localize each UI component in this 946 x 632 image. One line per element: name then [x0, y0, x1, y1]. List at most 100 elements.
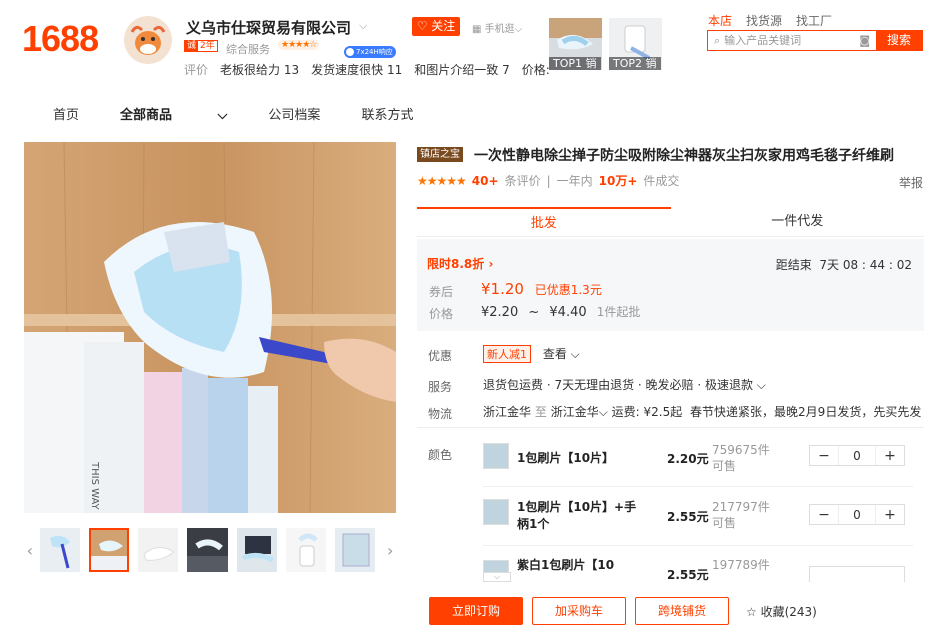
review-label: 条评价	[504, 174, 541, 188]
discount-label: 优惠	[428, 349, 453, 363]
sku-row: 1包刷片【10片】+手柄1个 2.55元 217797件 可售 − 0 +	[483, 499, 913, 543]
sku-name: 1包刷片【10片】+手柄1个	[517, 500, 637, 531]
quantity-input[interactable]: 0	[838, 505, 876, 524]
divider	[417, 427, 924, 428]
search-button[interactable]: 搜索	[876, 31, 922, 50]
years-label: 诚	[185, 41, 199, 51]
camera-icon[interactable]: ◙	[859, 31, 870, 50]
scope-factory[interactable]: 找工厂	[796, 12, 832, 29]
decrease-button[interactable]: −	[810, 505, 838, 524]
top-rank-tag: TOP1 销	[549, 57, 601, 70]
sold-count: 10万+	[598, 174, 638, 188]
review-count[interactable]: 40+	[472, 174, 499, 188]
sku-stock: 759675件 可售	[712, 443, 770, 473]
shop-evaluations: 评价 老板很给力 13 发货速度很快 11 和图片介绍一致 7 价格:	[184, 61, 550, 78]
quantity-stepper[interactable]	[809, 566, 905, 582]
thumbnail[interactable]	[285, 528, 327, 572]
chevron-down-icon[interactable]: ⌵	[359, 19, 367, 33]
top-product-thumb[interactable]: TOP1 销	[549, 18, 602, 70]
eval-item: 和图片介绍一致 7	[414, 63, 510, 77]
search-scope-tabs: 本店 找货源 找工厂	[708, 12, 832, 29]
color-label: 颜色	[428, 448, 453, 462]
product-title: 一次性静电除尘掸子防尘吸附除尘神器灰尘扫灰家用鸡毛毯子纤维刷	[474, 148, 894, 164]
search-input[interactable]: ⌕ 输入产品关键词 ◙	[708, 31, 876, 50]
add-to-cart-button[interactable]: 加采购车	[532, 597, 626, 625]
logistics-row: 浙江金华 至 浙江金华⌵ 运费: ¥2.5起 春节快递紧张，最晚2月9日发货，先…	[483, 405, 922, 419]
thumbnail-selected[interactable]	[88, 528, 130, 572]
site-logo[interactable]: 1688	[22, 18, 99, 60]
tab-wholesale[interactable]: 批发	[417, 207, 671, 236]
divider	[483, 545, 913, 546]
divider: |	[546, 173, 551, 188]
sku-thumbnail[interactable]	[483, 443, 509, 469]
sku-row: 1包刷片【10片】 2.20元 759675件 可售 − 0 +	[483, 443, 913, 487]
thumbnail[interactable]	[335, 528, 376, 572]
store-treasure-badge: 镇店之宝	[417, 147, 463, 162]
nav-contact[interactable]: 联系方式	[361, 104, 413, 123]
eval-item: 发货速度很快 11	[311, 63, 403, 77]
divider	[483, 486, 913, 487]
scope-shop[interactable]: 本店	[708, 12, 732, 29]
countdown: 距结束 7天 08 : 44 : 02	[775, 258, 912, 272]
flash-sale-label[interactable]: 限时8.8折 ›	[427, 255, 493, 272]
bull-mascot-icon	[124, 16, 172, 64]
coupon-price: ¥1.20 已优惠1.3元	[481, 280, 602, 298]
scope-source[interactable]: 找货源	[746, 12, 782, 29]
chevron-right-icon[interactable]: ›	[384, 541, 396, 560]
nav-home[interactable]: 首页	[53, 104, 79, 123]
action-bar: 立即订购 加采购车 跨境铺货 ☆ 收藏(243)	[429, 597, 817, 625]
support-badge[interactable]: 7x24H响应	[344, 46, 396, 58]
eval-label: 评价	[184, 63, 209, 77]
shop-name[interactable]: 义乌市仕琛贸易有限公司	[186, 17, 351, 38]
report-link[interactable]: 举报	[899, 174, 923, 191]
sku-stock: 197789件	[712, 558, 770, 572]
sold-suffix: 件成交	[643, 174, 680, 188]
nav-all-products[interactable]: 全部商品 ⌵	[120, 104, 227, 123]
top-product-thumb[interactable]: TOP2 销	[609, 18, 662, 70]
tab-dropship[interactable]: 一件代发	[671, 207, 925, 236]
shop-nav: 首页 全部商品 ⌵ 公司档案 联系方式	[53, 104, 454, 123]
discount-row: 新人减1 查看 ⌵	[483, 345, 580, 363]
increase-button[interactable]: +	[876, 505, 904, 524]
coupon-price-label: 券后	[429, 285, 454, 299]
mobile-view-link[interactable]: ▦ 手机逛⌵	[472, 20, 522, 35]
destination-select[interactable]: 浙江金华⌵	[551, 405, 608, 419]
service-label: 综合服务	[226, 43, 270, 56]
cross-border-button[interactable]: 跨境铺货	[635, 597, 729, 625]
chevron-down-icon[interactable]: ⌵	[483, 572, 511, 582]
quantity-input[interactable]: 0	[838, 446, 876, 465]
thumbnail[interactable]	[236, 528, 277, 572]
star-icon: ☆	[746, 604, 757, 619]
thumbnail[interactable]	[39, 528, 80, 572]
eval-item: 老板很给力 13	[220, 63, 300, 77]
shop-avatar[interactable]	[124, 16, 172, 64]
increase-button[interactable]: +	[876, 446, 904, 465]
favorite-button[interactable]: ☆ 收藏(243)	[746, 603, 817, 620]
sku-name: 紫白1包刷片【10	[517, 558, 615, 572]
sku-price: 2.55元	[667, 568, 709, 582]
decrease-button[interactable]: −	[810, 446, 838, 465]
main-product-image[interactable]: THIS WAY	[24, 142, 396, 513]
duster-photo: THIS WAY	[24, 142, 396, 513]
buy-now-button[interactable]: 立即订购	[429, 597, 523, 625]
chevron-left-icon[interactable]: ‹	[24, 541, 36, 560]
follow-button[interactable]: ♡ 关注	[412, 17, 460, 36]
price-eval-label: 价格:	[521, 63, 550, 77]
search-bar: ⌕ 输入产品关键词 ◙ 搜索	[707, 30, 923, 51]
sku-thumbnail[interactable]	[483, 499, 509, 525]
sku-price: 2.20元	[667, 452, 709, 466]
price-label: 价格	[429, 307, 454, 321]
nav-company[interactable]: 公司档案	[268, 104, 320, 123]
svg-text:THIS WAY: THIS WAY	[89, 461, 100, 511]
product-rating: ★★★★★ 40+ 条评价 | 一年内 10万+ 件成交	[417, 172, 679, 189]
sku-row-partial: 紫白1包刷片【10 2.55元 197789件	[483, 552, 913, 582]
quantity-stepper: − 0 +	[809, 445, 905, 466]
thumbnail[interactable]	[138, 528, 179, 572]
quantity-stepper: − 0 +	[809, 504, 905, 525]
view-discount-link[interactable]: 查看 ⌵	[543, 347, 580, 361]
price-range: ¥2.20 ~ ¥4.40 1件起批	[481, 305, 641, 320]
membership-years-badge: 诚 2年	[184, 40, 218, 52]
rating-stars: ★★★★★	[417, 173, 467, 188]
service-guarantees[interactable]: 退货包运费 · 7天无理由退货 · 晚发必赔 · 极速退款 ⌵	[483, 376, 766, 393]
thumbnail[interactable]	[187, 528, 228, 572]
